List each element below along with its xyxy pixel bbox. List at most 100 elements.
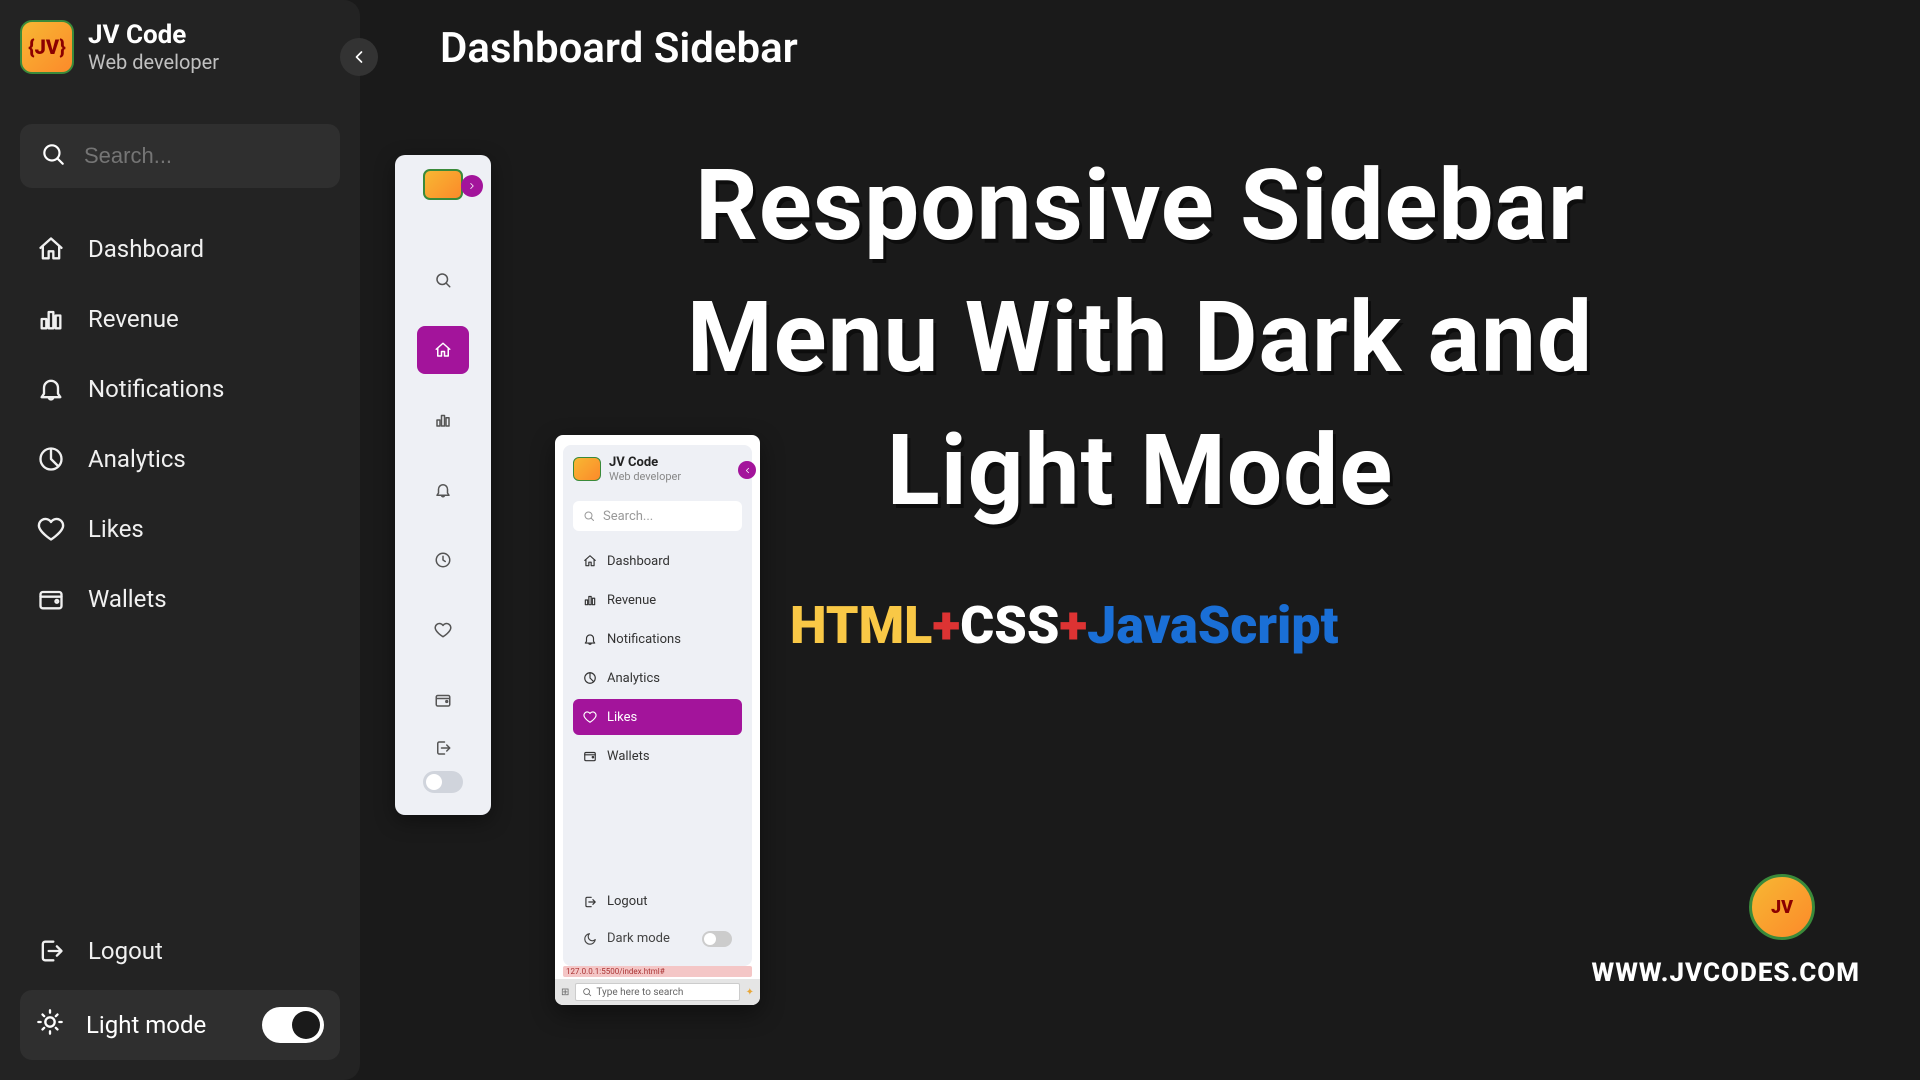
brand-name: JV Code <box>88 20 219 50</box>
page-title: Dashboard Sidebar <box>440 24 798 73</box>
brand-role: Web developer <box>88 50 219 74</box>
nav-item-analytics[interactable]: Analytics <box>20 428 340 490</box>
theme-label: Light mode <box>86 1011 206 1039</box>
hero-title: Responsive Sidebar Menu With Dark and Li… <box>630 140 1650 537</box>
nav-label: Revenue <box>88 305 179 333</box>
nav-label: Likes <box>88 515 144 543</box>
nav-label: Analytics <box>88 445 186 473</box>
logout-icon <box>583 895 597 909</box>
bar-chart-icon <box>36 305 66 333</box>
nav-item-revenue[interactable]: Revenue <box>20 288 340 350</box>
pie-icon <box>583 671 597 685</box>
brand-logo: {JV} <box>20 20 74 74</box>
pe-revenue[interactable]: Revenue <box>573 582 742 618</box>
pe-label: Likes <box>607 710 637 725</box>
pe-label: Revenue <box>607 593 656 608</box>
nav-label: Wallets <box>88 585 167 613</box>
heart-icon <box>434 621 452 639</box>
pe-likes[interactable]: Likes <box>573 699 742 735</box>
preview-taskbar: ⊞ Type here to search ✦ <box>555 979 760 1005</box>
preview-url-bar: 127.0.0.1:5500/index.html# <box>563 966 752 978</box>
sidebar-header: {JV} JV Code Web developer <box>20 20 340 74</box>
pe-toggle[interactable] <box>702 931 732 947</box>
plus-1: + <box>932 595 960 656</box>
bell-icon <box>434 481 452 499</box>
expand-button[interactable] <box>461 175 483 197</box>
bell-icon <box>583 632 597 646</box>
brand-text: JV Code Web developer <box>88 20 219 74</box>
pe-theme-label: Dark mode <box>607 931 670 946</box>
windows-icon: ⊞ <box>561 987 569 998</box>
pe-analytics[interactable]: Analytics <box>573 660 742 696</box>
search-icon <box>40 141 66 171</box>
search-icon <box>434 271 452 289</box>
nav-item-dashboard[interactable]: Dashboard <box>20 218 340 280</box>
hero-tech-line: HTML+CSS+JavaScript <box>790 595 1339 656</box>
heart-icon <box>36 515 66 543</box>
pc-dashboard[interactable] <box>417 326 469 374</box>
nav-label: Dashboard <box>88 235 204 263</box>
wallet-icon <box>434 691 452 709</box>
pe-logout[interactable]: Logout <box>573 884 742 920</box>
sidebar-bottom: Logout Light mode <box>20 920 340 1060</box>
tech-html: HTML <box>790 595 932 656</box>
theme-row[interactable]: Light mode <box>20 990 340 1060</box>
pe-dashboard[interactable]: Dashboard <box>573 543 742 579</box>
chevron-left-icon <box>349 47 369 67</box>
wallet-icon <box>583 749 597 763</box>
pc-search[interactable] <box>417 256 469 304</box>
preview-theme-toggle[interactable] <box>423 771 463 793</box>
nav-item-logout[interactable]: Logout <box>20 920 340 982</box>
preview-collapsed-items <box>417 256 469 724</box>
search-icon <box>583 510 595 522</box>
nav-item-wallets[interactable]: Wallets <box>20 568 340 630</box>
pe-logout-label: Logout <box>607 894 648 909</box>
bar-chart-icon <box>583 593 597 607</box>
nav-item-likes[interactable]: Likes <box>20 498 340 560</box>
wallet-icon <box>36 585 66 613</box>
pe-label: Notifications <box>607 632 681 647</box>
pc-logout[interactable] <box>417 724 469 771</box>
preview-logo <box>573 457 601 481</box>
home-icon <box>583 554 597 568</box>
nav-label: Notifications <box>88 375 224 403</box>
home-icon <box>36 235 66 263</box>
taskbar-search[interactable]: Type here to search <box>575 983 739 1001</box>
pe-label: Dashboard <box>607 554 670 569</box>
pe-nav: Dashboard Revenue Notifications Analytic… <box>573 543 742 774</box>
collapse-button[interactable] <box>340 38 378 76</box>
sparkle-icon: ✦ <box>746 987 754 998</box>
pc-analytics[interactable] <box>417 536 469 584</box>
pc-likes[interactable] <box>417 606 469 654</box>
preview-collapsed-sidebar <box>395 155 491 815</box>
pe-wallets[interactable]: Wallets <box>573 738 742 774</box>
toggle-knob <box>292 1011 320 1039</box>
pe-notifications[interactable]: Notifications <box>573 621 742 657</box>
sidebar: {JV} JV Code Web developer Dashboard Rev… <box>0 0 360 1080</box>
sun-icon <box>36 1008 64 1042</box>
pc-revenue[interactable] <box>417 396 469 444</box>
moon-icon <box>583 932 597 946</box>
tech-css: CSS <box>960 595 1059 656</box>
theme-toggle[interactable] <box>262 1007 324 1043</box>
heart-icon <box>583 710 597 724</box>
nav: Dashboard Revenue Notifications Analytic… <box>20 218 340 630</box>
pc-wallets[interactable] <box>417 676 469 724</box>
plus-2: + <box>1059 595 1087 656</box>
preview-logo <box>423 169 463 200</box>
logout-icon <box>36 937 66 965</box>
logout-label: Logout <box>88 937 163 965</box>
search-box[interactable] <box>20 124 340 188</box>
corner-logo-text: JV <box>1771 897 1793 918</box>
logout-icon <box>434 739 452 757</box>
nav-item-notifications[interactable]: Notifications <box>20 358 340 420</box>
pe-label: Analytics <box>607 671 660 686</box>
tech-js: JavaScript <box>1087 595 1338 656</box>
home-icon <box>434 341 452 359</box>
pie-icon <box>36 445 66 473</box>
pe-theme-row[interactable]: Dark mode <box>573 922 742 956</box>
chevron-right-icon <box>467 181 477 191</box>
search-input[interactable] <box>84 143 320 169</box>
corner-url: WWW.JVCODES.COM <box>1592 958 1860 988</box>
pc-notifications[interactable] <box>417 466 469 514</box>
